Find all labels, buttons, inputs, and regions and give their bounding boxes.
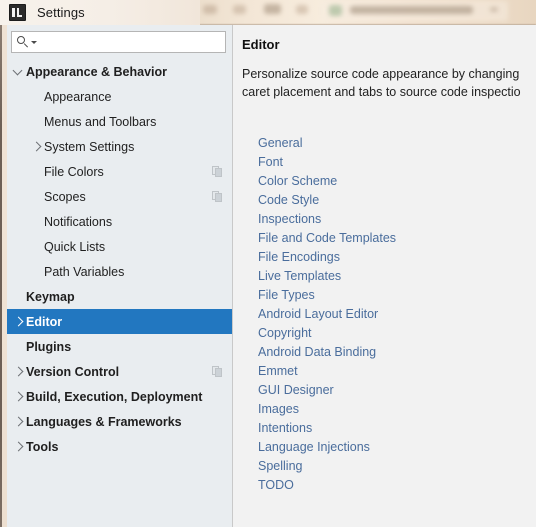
chevron-right-icon[interactable] [12,434,26,459]
sidebar-item-languages-frameworks[interactable]: Languages & Frameworks [7,409,232,434]
backdrop-blur-element [233,5,246,14]
sidebar-item-label: Version Control [26,364,120,379]
search-icon [17,35,30,49]
sidebar-item-system-settings[interactable]: System Settings [7,134,232,159]
link-spelling[interactable]: Spelling [236,456,536,475]
backdrop-blur-element [350,6,473,14]
chevron-down-icon[interactable] [31,40,37,44]
link-inspections[interactable]: Inspections [236,209,536,228]
settings-sidebar: Appearance & Behavior Appearance Menus and… [7,25,232,527]
link-font[interactable]: Font [236,152,536,171]
sidebar-item-path-variables[interactable]: Path Variables [7,259,232,284]
sidebar-item-label: Menus and Toolbars [44,114,157,129]
sidebar-item-label: File Colors [44,164,104,179]
sidebar-item-keymap[interactable]: Keymap [7,284,232,309]
sidebar-item-quick-lists[interactable]: Quick Lists [7,234,232,259]
sidebar-item-version-control[interactable]: Version Control [7,359,232,384]
sidebar-item-menus-and-toolbars[interactable]: Menus and Toolbars [7,109,232,134]
window-title: Settings [37,5,85,20]
backdrop-blur-element [329,5,342,16]
backdrop-blur-element [203,5,217,14]
search-field[interactable] [11,31,226,53]
sidebar-item-label: Tools [26,439,59,454]
search-input[interactable] [41,35,211,49]
sidebar-item-label: Path Variables [44,264,125,279]
chevron-right-icon[interactable] [12,359,26,384]
sidebar-item-file-colors[interactable]: File Colors [7,159,232,184]
sidebar-item-label: Editor [26,314,63,329]
link-emmet[interactable]: Emmet [236,361,536,380]
sidebar-item-appearance-behavior[interactable]: Appearance & Behavior [7,59,232,84]
page-title: Editor [242,37,280,52]
link-file-encodings[interactable]: File Encodings [236,247,536,266]
link-color-scheme[interactable]: Color Scheme [236,171,536,190]
settings-tree: Appearance & Behavior Appearance Menus and… [7,59,232,459]
sidebar-item-appearance[interactable]: Appearance [7,84,232,109]
link-copyright[interactable]: Copyright [236,323,536,342]
copy-settings-icon[interactable] [212,366,223,377]
window-left-margin [2,25,7,527]
backdrop-blur-element [264,4,281,14]
sidebar-item-notifications[interactable]: Notifications [7,209,232,234]
editor-subsection-links: General Font Color Scheme Code Style Inspect… [236,133,536,494]
sidebar-item-label: Appearance & Behavior [26,64,168,79]
chevron-right-icon[interactable] [12,309,26,334]
sidebar-item-scopes[interactable]: Scopes [7,184,232,209]
intellij-idea-logo-icon [9,4,26,21]
chevron-down-icon[interactable] [12,59,26,84]
sidebar-item-tools[interactable]: Tools [7,434,232,459]
link-intentions[interactable]: Intentions [236,418,536,437]
link-android-layout-editor[interactable]: Android Layout Editor [236,304,536,323]
link-file-types[interactable]: File Types [236,285,536,304]
sidebar-item-label: Quick Lists [44,239,106,254]
link-general[interactable]: General [236,133,536,152]
chevron-right-icon[interactable] [30,134,44,159]
link-file-and-code-templates[interactable]: File and Code Templates [236,228,536,247]
sidebar-item-label: Notifications [44,214,113,229]
chevron-right-icon[interactable] [12,384,26,409]
sidebar-item-plugins[interactable]: Plugins [7,334,232,359]
chevron-right-icon[interactable] [12,409,26,434]
sidebar-item-label: System Settings [44,139,135,154]
backdrop-blur-element [296,5,308,14]
sidebar-item-editor[interactable]: Editor [7,309,232,334]
link-gui-designer[interactable]: GUI Designer [236,380,536,399]
pane-splitter[interactable] [232,25,236,527]
link-todo[interactable]: TODO [236,475,536,494]
link-language-injections[interactable]: Language Injections [236,437,536,456]
sidebar-item-label: Languages & Frameworks [26,414,182,429]
link-images[interactable]: Images [236,399,536,418]
page-description: Personalize source code appearance by ch… [242,67,521,99]
link-code-style[interactable]: Code Style [236,190,536,209]
settings-detail-pane: Editor Personalize source code appearanc… [236,25,536,527]
settings-dialog-window: Settings Appearance & Behavior Appearance… [0,0,536,527]
copy-settings-icon[interactable] [212,166,223,177]
title-bar[interactable]: Settings [0,0,200,25]
sidebar-item-label: Keymap [26,289,75,304]
link-android-data-binding[interactable]: Android Data Binding [236,342,536,361]
backdrop-blur-element [490,7,498,12]
sidebar-item-label: Appearance [44,89,112,104]
sidebar-item-label: Plugins [26,339,72,354]
link-live-templates[interactable]: Live Templates [236,266,536,285]
sidebar-item-label: Build, Execution, Deployment [26,389,203,404]
sidebar-item-build-execution-deployment[interactable]: Build, Execution, Deployment [7,384,232,409]
copy-settings-icon[interactable] [212,191,223,202]
sidebar-item-label: Scopes [44,189,86,204]
